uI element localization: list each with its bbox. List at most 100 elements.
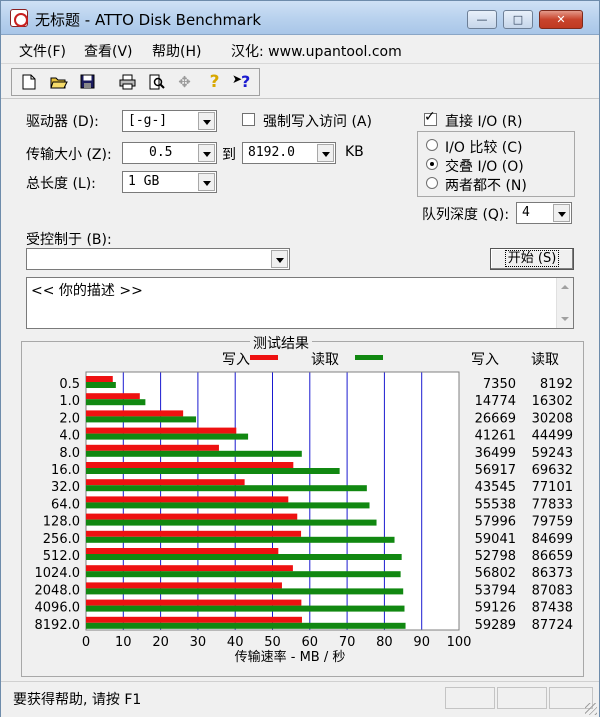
legend-write-label: 写入	[222, 352, 250, 368]
legend-write-swatch	[250, 355, 278, 360]
description-scrollbar[interactable]	[556, 278, 573, 328]
read-bar	[86, 382, 116, 388]
chevron-down-icon[interactable]	[271, 250, 288, 268]
help-icon[interactable]: ?	[203, 70, 226, 94]
read-bar	[86, 416, 197, 423]
y-tick-label: 4096.0	[35, 601, 81, 616]
chevron-down-icon[interactable]	[553, 204, 570, 222]
context-help-icon[interactable]: ➤ ?	[231, 70, 254, 94]
read-bar	[86, 502, 370, 509]
transfer-size-from-value: 0.5	[149, 145, 173, 160]
read-bar	[86, 433, 249, 440]
open-folder-icon[interactable]	[47, 70, 70, 94]
write-bar	[86, 548, 279, 554]
write-bar	[86, 410, 184, 417]
drive-label: 驱动器 (D):	[26, 114, 99, 130]
menu-view[interactable]: 查看(V)	[84, 41, 133, 61]
y-tick-label: 256.0	[43, 532, 80, 547]
x-tick-label: 60	[302, 635, 319, 650]
controlled-by-select[interactable]	[26, 248, 290, 270]
chevron-down-icon[interactable]	[317, 144, 334, 162]
x-tick-label: 50	[264, 635, 281, 650]
read-bar	[86, 399, 146, 406]
start-button-label: 开始 (S)	[504, 250, 560, 267]
transfer-size-from-select[interactable]: 0.5	[122, 142, 217, 164]
minimize-button[interactable]: —	[467, 10, 497, 29]
benchmark-chart: 写入 读取 写入 读取 0 10 20 30 40 50 60 70 80 90 100 0.5 735…	[35, 351, 574, 665]
direct-io-checkbox[interactable]: ✓	[424, 109, 437, 126]
read-value-label: 77833	[532, 497, 573, 512]
total-length-select[interactable]: 1 GB	[122, 171, 217, 193]
print-preview-icon[interactable]	[145, 70, 168, 94]
read-value-label: 87724	[532, 618, 573, 633]
y-tick-label: 64.0	[51, 497, 80, 512]
write-value-label: 56802	[475, 566, 516, 581]
description-text: << 你的描述 >>	[31, 283, 143, 299]
x-tick-label: 10	[115, 635, 132, 650]
io-overlap-label[interactable]: 交叠 I/O (O)	[445, 156, 524, 176]
start-button[interactable]: 开始 (S)	[490, 248, 574, 270]
print-icon[interactable]	[116, 70, 139, 94]
description-textarea[interactable]: << 你的描述 >>	[26, 277, 574, 329]
write-value-label: 52798	[475, 549, 516, 564]
menu-localized-info[interactable]: 汉化: www.upantool.com	[231, 41, 402, 61]
write-value-label: 36499	[475, 446, 516, 461]
checkmark-icon: ✓	[424, 109, 436, 125]
read-bar	[86, 468, 340, 474]
x-tick-label: 40	[227, 635, 244, 650]
title-bar[interactable]: 无标题 - ATTO Disk Benchmark — □ ✕	[1, 1, 599, 35]
y-tick-label: 2.0	[59, 411, 80, 426]
save-icon[interactable]	[76, 70, 99, 94]
legend-read-swatch	[355, 355, 383, 360]
drive-select[interactable]: [-g-]	[122, 110, 217, 132]
status-pane-1	[445, 687, 495, 709]
total-length-value: 1 GB	[128, 174, 160, 189]
write-value-label: 59041	[475, 532, 516, 547]
read-bar	[86, 450, 302, 457]
queue-depth-select[interactable]: 4	[516, 202, 572, 224]
chevron-down-icon[interactable]	[198, 112, 215, 130]
column-write-header: 写入	[471, 352, 499, 368]
chevron-down-icon[interactable]	[198, 173, 215, 191]
y-tick-label: 512.0	[43, 549, 80, 564]
transfer-size-to-value: 8192.0	[248, 145, 295, 160]
transfer-unit-label: KB	[345, 144, 364, 160]
write-value-label: 53794	[475, 583, 516, 598]
new-file-icon[interactable]	[17, 70, 40, 94]
y-tick-label: 1.0	[59, 394, 80, 409]
io-compare-radio[interactable]	[426, 139, 438, 151]
maximize-button[interactable]: □	[503, 10, 533, 29]
transfer-size-to-select[interactable]: 8192.0	[242, 142, 336, 164]
write-value-label: 56917	[475, 463, 516, 478]
close-button[interactable]: ✕	[539, 10, 583, 29]
write-value-label: 7350	[483, 377, 516, 392]
menu-help[interactable]: 帮助(H)	[152, 41, 201, 61]
chart-plot-area: 0 10 20 30 40 50 60 70 80 90 100 0.5 7350 8192 1.0 1477…	[35, 371, 573, 650]
window-title: 无标题 - ATTO Disk Benchmark	[35, 11, 262, 29]
x-tick-label: 20	[152, 635, 169, 650]
write-bar	[86, 427, 237, 434]
io-neither-label[interactable]: 两者都不 (N)	[445, 175, 527, 195]
io-neither-radio[interactable]	[426, 177, 438, 189]
io-overlap-radio[interactable]	[426, 158, 438, 170]
read-value-label: 77101	[532, 480, 573, 495]
queue-depth-label: 队列深度 (Q):	[422, 207, 510, 223]
chevron-down-icon[interactable]	[198, 144, 215, 162]
write-value-label: 41261	[475, 429, 516, 444]
resize-grip-icon[interactable]	[585, 703, 597, 715]
status-text: 要获得帮助, 请按 F1	[13, 692, 142, 708]
move-icon[interactable]: ✥	[173, 70, 196, 94]
menu-file[interactable]: 文件(F)	[19, 41, 66, 61]
write-value-label: 55538	[475, 497, 516, 512]
io-compare-label[interactable]: I/O 比较 (C)	[445, 137, 522, 157]
scroll-up-icon[interactable]	[561, 285, 569, 289]
radio-selected-dot	[430, 162, 434, 166]
write-value-label: 59289	[475, 618, 516, 633]
status-pane-2	[497, 687, 547, 709]
read-bar	[86, 571, 401, 578]
force-write-checkbox[interactable]	[242, 113, 255, 126]
force-write-label[interactable]: 强制写入访问 (A)	[263, 111, 372, 131]
scroll-down-icon[interactable]	[561, 317, 569, 321]
atto-app-icon[interactable]	[10, 9, 28, 27]
direct-io-label[interactable]: 直接 I/O (R)	[445, 111, 522, 131]
